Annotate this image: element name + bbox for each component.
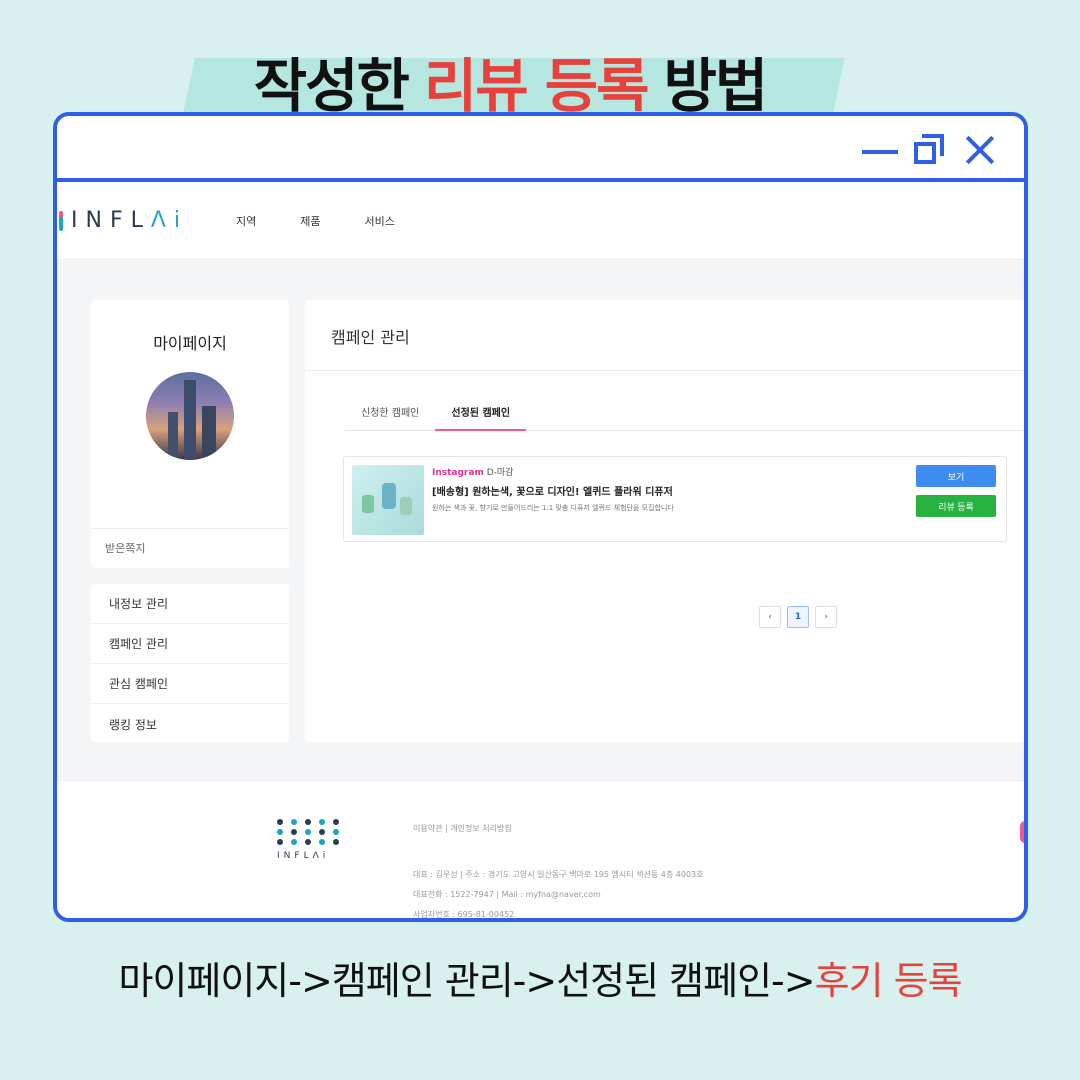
headline-part1: 작성한: [253, 52, 410, 120]
tab-applied-campaigns[interactable]: 신청한 캠페인: [345, 398, 436, 431]
footer-links[interactable]: 이용약관 | 개인정보 처리방침: [413, 823, 512, 834]
campaign-manage-panel: 캠페인 관리 신청한 캠페인 선정된 캠페인 Instagram D-마감 [배…: [305, 300, 1024, 742]
campaign-tabs: 신청한 캠페인 선정된 캠페인: [345, 398, 527, 431]
menu-item-my-info[interactable]: 내정보 관리: [91, 584, 289, 624]
instagram-label: Instagram: [432, 468, 484, 478]
top-navigation: INFL Λi 지역 제품 서비스: [57, 182, 1024, 260]
page-1-button[interactable]: 1: [787, 606, 809, 628]
pagination: ‹ 1 ›: [759, 606, 837, 628]
menu-item-ranking[interactable]: 랭킹 정보: [91, 704, 289, 744]
browser-window: INFL Λi 지역 제품 서비스 마이페이지 받은쪽지 내정보 관리 캠페인 …: [53, 112, 1028, 922]
footer-logo: INFLΛi: [277, 819, 347, 861]
maximize-icon[interactable]: [910, 130, 950, 170]
nav-item-service[interactable]: 서비스: [365, 213, 395, 229]
next-page-button[interactable]: ›: [815, 606, 837, 628]
prev-page-button[interactable]: ‹: [759, 606, 781, 628]
web-page: INFL Λi 지역 제품 서비스 마이페이지 받은쪽지 내정보 관리 캠페인 …: [57, 182, 1024, 918]
profile-card: 마이페이지 받은쪽지: [91, 300, 289, 568]
campaign-title[interactable]: [배송형] 원하는색, 꽃으로 디자인! 엘퀴드 플라워 디퓨저: [432, 483, 673, 498]
footer-info-line: 대표전화 : 1522-7947 | Mail : myfna@naver.co…: [413, 890, 601, 899]
campaign-deadline: D-마감: [486, 468, 514, 478]
menu-item-campaign-manage[interactable]: 캠페인 관리: [91, 624, 289, 664]
footer-company-info: 대표 : 김우성 | 주소 : 경기도 고양시 일산동구 백마로 195 엠시티…: [413, 865, 704, 919]
avatar: [146, 372, 234, 460]
nav-item-product[interactable]: 제품: [300, 213, 320, 229]
footer-info-line: 대표 : 김우성 | 주소 : 경기도 고양시 일산동구 백마로 195 엠시티…: [413, 870, 704, 879]
nav-menu: 지역 제품 서비스: [236, 213, 395, 229]
review-register-button[interactable]: 리뷰 등록: [916, 495, 996, 517]
received-messages-link[interactable]: 받은쪽지: [105, 540, 145, 556]
mypage-title: 마이페이지: [153, 334, 227, 353]
menu-item-interest-campaign[interactable]: 관심 캠페인: [91, 664, 289, 704]
footer-logo-dots-icon: [277, 819, 347, 845]
logo-accent: Λi: [150, 208, 189, 233]
logo-mark-icon: [59, 210, 63, 231]
panel-title: 캠페인 관리: [331, 328, 410, 347]
site-footer: INFLΛi 이용약관 | 개인정보 처리방침 대표 : 김우성 | 주소 : …: [57, 780, 1024, 918]
campaign-platform: Instagram D-마감: [432, 465, 513, 478]
campaign-item: Instagram D-마감 [배송형] 원하는색, 꽃으로 디자인! 엘퀴드 …: [343, 456, 1007, 542]
tab-selected-campaigns[interactable]: 선정된 캠페인: [435, 398, 527, 431]
view-button[interactable]: 보기: [916, 465, 996, 487]
site-logo[interactable]: INFL Λi: [59, 208, 188, 233]
headline-highlight: 리뷰 등록: [423, 52, 650, 120]
nav-item-region[interactable]: 지역: [236, 213, 256, 229]
footer-info-line: 사업자번호 : 695-81-00452: [413, 910, 515, 919]
caption-path: 마이페이지->캠페인 관리->선정된 캠페인->: [118, 959, 815, 1003]
navigation-path-caption: 마이페이지->캠페인 관리->선정된 캠페인->후기 등록: [0, 950, 1080, 1005]
headline-part2: 방법: [663, 52, 769, 120]
floating-button[interactable]: [1020, 821, 1024, 843]
logo-text: INFL: [71, 208, 151, 233]
footer-logo-text: INFLΛi: [277, 851, 330, 861]
campaign-thumbnail[interactable]: [352, 465, 424, 535]
close-icon[interactable]: [960, 130, 1000, 170]
divider: [305, 370, 1024, 371]
campaign-description: 원하는 색과 꽃, 향기로 만들어드리는 1:1 맞춤 디퓨저 엘퀴드 체험단을…: [432, 504, 674, 512]
window-controls: [860, 130, 1000, 170]
caption-highlight: 후기 등록: [814, 959, 963, 1003]
minimize-icon[interactable]: [860, 130, 900, 170]
mypage-menu: 내정보 관리 캠페인 관리 관심 캠페인 랭킹 정보: [91, 584, 289, 742]
window-titlebar: [57, 116, 1024, 182]
divider: [91, 528, 289, 529]
